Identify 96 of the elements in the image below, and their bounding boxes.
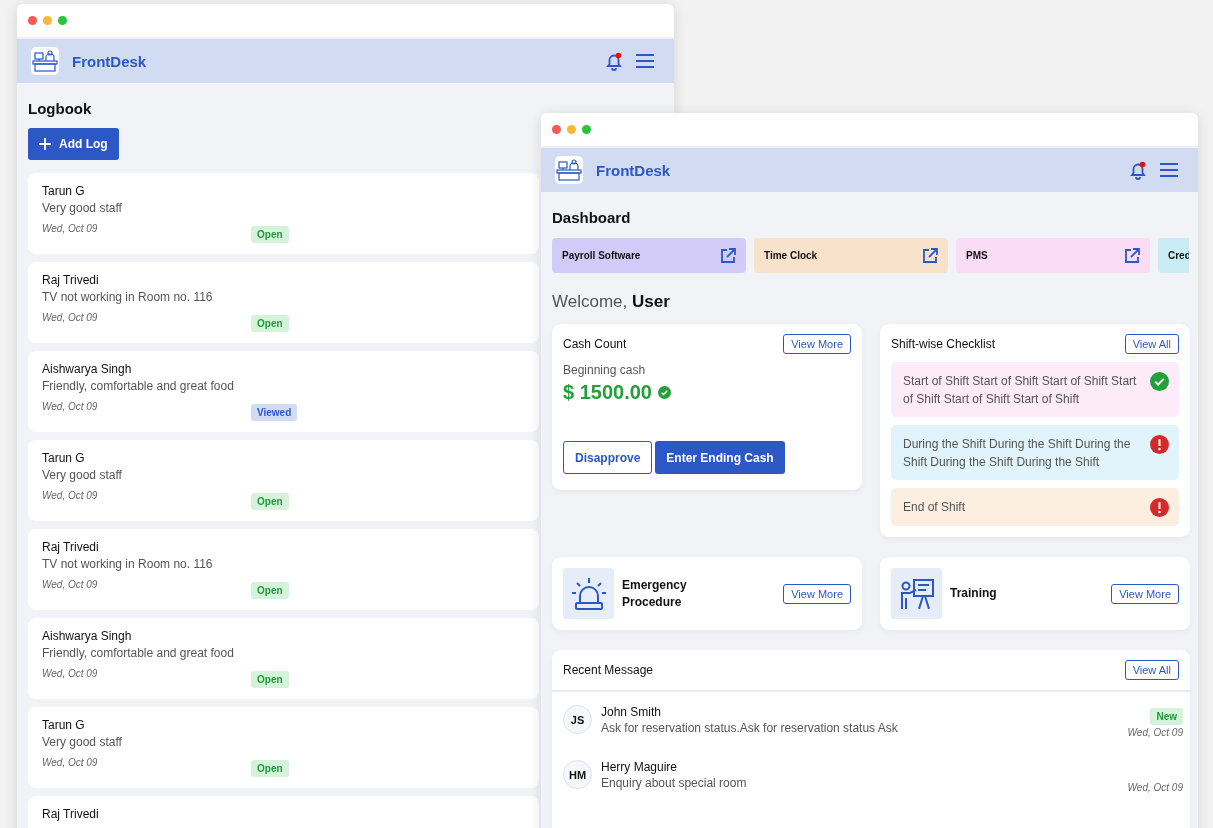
message-date: Wed, Oct 09 [1127, 727, 1183, 738]
log-date: Wed, Oct 09 [42, 668, 99, 679]
app-name: FrontDesk [596, 161, 671, 179]
log-text: Very good staff [42, 735, 122, 749]
shortcut-label: PMS [966, 250, 988, 261]
log-date: Wed, Oct 09 [42, 401, 99, 412]
add-log-button[interactable]: Add Log [28, 128, 119, 160]
sender-name: Herry Maguire [601, 759, 679, 774]
checklist-text: Start of Shift Start of Shift Start of Shift Start of Shift Start of Shift Start of Shift [903, 373, 1138, 408]
log-text: TV not working in Room no. 116 [42, 290, 213, 304]
card-title: Shift-wise Checklist [891, 337, 996, 351]
log-card[interactable]: Raj Trivedi TV not working in Room no. 116 Wed, Oct 09 Open [28, 262, 539, 343]
guest-name: Aishwarya Singh [42, 629, 132, 643]
view-all-button[interactable]: View All [1124, 660, 1179, 680]
sender-name: John Smith [601, 704, 663, 719]
shortcut-label: Time Clock [764, 250, 818, 261]
log-date: Wed, Oct 09 [42, 223, 99, 234]
log-card[interactable]: Raj Trivedi [28, 796, 539, 828]
avatar: JS [563, 705, 592, 734]
view-more-button[interactable]: View More [783, 334, 851, 354]
card-title: Recent Message [563, 663, 654, 677]
desk-logo-icon [555, 156, 583, 184]
desk-logo-icon [31, 47, 59, 75]
shortcut-card[interactable]: Time Clock [754, 238, 948, 273]
log-card[interactable]: Tarun G Very good staff Wed, Oct 09 Open [28, 173, 539, 254]
checklist-item[interactable]: End of Shift [891, 488, 1179, 526]
log-date: Wed, Oct 09 [42, 490, 99, 501]
checklist-text: End of Shift [903, 499, 966, 516]
close-dot[interactable] [28, 16, 37, 25]
log-text: Very good staff [42, 468, 122, 482]
log-card[interactable]: Raj Trivedi TV not working in Room no. 116 Wed, Oct 09 Open [28, 529, 539, 610]
close-dot[interactable] [552, 125, 561, 134]
status-badge: Open [251, 760, 289, 777]
card-title: Cash Count [563, 337, 627, 351]
message-date: Wed, Oct 09 [1127, 782, 1183, 793]
log-card[interactable]: Aishwarya Singh Friendly, comfortable and great food Wed, Oct 09 Open [28, 618, 539, 699]
minimize-dot[interactable] [567, 125, 576, 134]
siren-icon [570, 576, 607, 611]
presenter-icon [898, 577, 935, 610]
external-link-icon[interactable] [720, 247, 736, 264]
log-card[interactable]: Aishwarya Singh Friendly, comfortable and great food Wed, Oct 09 Viewed [28, 351, 539, 432]
message-text: Enquiry about special room [601, 775, 748, 790]
maximize-dot[interactable] [582, 125, 591, 134]
enter-ending-cash-button[interactable]: Enter Ending Cash [655, 441, 785, 474]
shortcut-card[interactable]: PMS [956, 238, 1150, 273]
minimize-dot[interactable] [43, 16, 52, 25]
external-link-icon[interactable] [922, 247, 938, 264]
cash-label: Beginning cash [563, 363, 647, 377]
log-date: Wed, Oct 09 [42, 312, 99, 323]
guest-name: Tarun G [42, 451, 85, 465]
menu-icon[interactable] [636, 53, 654, 69]
external-link-icon[interactable] [1124, 247, 1140, 264]
guest-name: Raj Trivedi [42, 540, 99, 554]
status-badge: Open [251, 493, 289, 510]
checklist-item[interactable]: Start of Shift Start of Shift Start of Shift Start of Shift Start of Shift Start of Shift [891, 362, 1179, 417]
log-text: TV not working in Room no. 116 [42, 557, 213, 571]
avatar: HM [563, 760, 592, 789]
log-text: Friendly, comfortable and great food [42, 646, 234, 660]
log-card[interactable]: Tarun G Very good staff Wed, Oct 09 Open [28, 440, 539, 521]
procedure-title: Training [950, 585, 998, 602]
guest-name: Tarun G [42, 184, 85, 198]
guest-name: Raj Trivedi [42, 807, 99, 821]
view-more-button[interactable]: View More [1111, 583, 1179, 604]
log-text: Friendly, comfortable and great food [42, 379, 234, 393]
cash-amount: $ 1500.00 [563, 381, 652, 404]
bell-icon[interactable] [604, 51, 624, 71]
menu-icon[interactable] [1160, 162, 1178, 178]
view-all-button[interactable]: View All [1124, 334, 1179, 354]
status-badge: Open [251, 671, 289, 688]
status-badge: Open [251, 226, 289, 243]
welcome-text: Welcome, User [552, 292, 671, 312]
checklist-item[interactable]: During the Shift During the Shift During the Shift During the Shift During the Shift [891, 425, 1179, 480]
disapprove-button[interactable]: Disapprove [563, 441, 653, 474]
log-text: Very good staff [42, 201, 122, 215]
page-title: Dashboard [552, 209, 632, 226]
log-date: Wed, Oct 09 [42, 757, 99, 768]
status-badge: Viewed [251, 404, 298, 421]
status-badge: Open [251, 582, 289, 599]
message-text: Ask for reservation status.Ask for reservation status Ask [601, 720, 899, 735]
log-card[interactable]: Tarun G Very good staff Wed, Oct 09 Open [28, 707, 539, 788]
shortcut-card[interactable]: Payroll Software [552, 238, 746, 273]
status-badge: Open [251, 315, 289, 332]
log-date: Wed, Oct 09 [42, 579, 99, 590]
app-name: FrontDesk [72, 52, 147, 70]
checklist-text: During the Shift During the Shift During the Shift During the Shift During the Shift [903, 436, 1132, 471]
plus-icon [39, 138, 51, 150]
guest-name: Raj Trivedi [42, 273, 99, 287]
new-badge: New [1150, 708, 1183, 725]
guest-name: Aishwarya Singh [42, 362, 132, 376]
maximize-dot[interactable] [58, 16, 67, 25]
guest-name: Tarun G [42, 718, 85, 732]
page-title: Logbook [28, 100, 93, 117]
view-more-button[interactable]: View More [783, 583, 851, 604]
shortcut-label: Payroll Software [562, 250, 641, 261]
bell-icon[interactable] [1128, 160, 1148, 180]
procedure-title: Emergency Procedure [622, 576, 688, 611]
